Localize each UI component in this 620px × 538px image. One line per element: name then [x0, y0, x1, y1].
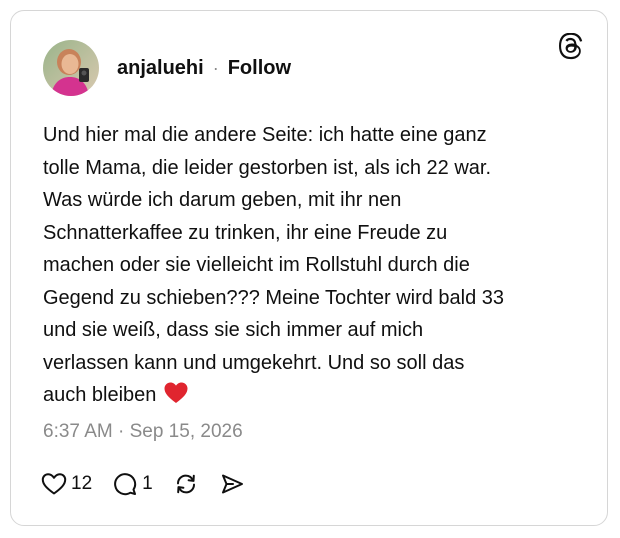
- author-line: anjaluehi · Follow: [117, 57, 291, 80]
- threads-logo-icon[interactable]: [557, 32, 585, 61]
- red-heart-emoji-icon: [164, 382, 188, 415]
- like-button[interactable]: 12: [41, 472, 92, 496]
- replies-count: 1: [142, 473, 153, 494]
- author-username[interactable]: anjaluehi: [117, 57, 204, 80]
- avatar-photo: [43, 40, 99, 96]
- post-body: Und hier mal die andere Seite: ich hatte…: [43, 119, 583, 415]
- threads-post-card: anjaluehi · Follow Und hier mal die ande…: [10, 10, 608, 526]
- reply-button[interactable]: 1: [112, 471, 153, 497]
- post-header: anjaluehi · Follow: [43, 37, 291, 99]
- likes-count: 12: [71, 473, 93, 494]
- send-paper-plane-icon: [221, 474, 243, 494]
- speech-bubble-icon: [114, 473, 137, 496]
- post-actions-bar: 12 1: [41, 469, 265, 499]
- follow-button[interactable]: Follow: [228, 57, 291, 80]
- share-button[interactable]: [219, 471, 245, 497]
- post-timestamp: 6:37 AM · Sep 15, 2026: [43, 421, 243, 442]
- separator-dot: ·: [212, 57, 219, 78]
- avatar[interactable]: [43, 40, 99, 96]
- repost-button[interactable]: [173, 471, 199, 497]
- heart-outline-icon: [41, 473, 67, 495]
- repost-arrows-icon: [176, 474, 195, 494]
- post-text: Und hier mal die andere Seite: ich hatte…: [43, 124, 505, 406]
